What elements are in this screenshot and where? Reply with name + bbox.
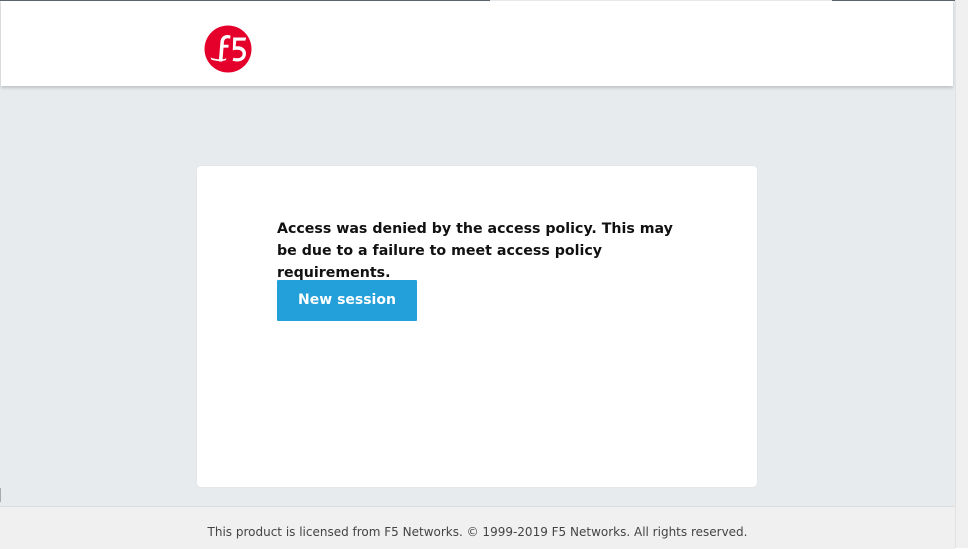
f5-logo-icon [204, 25, 252, 73]
header-bar [1, 1, 953, 86]
left-edge-mark [0, 488, 1, 502]
footer: This product is licensed from F5 Network… [0, 506, 955, 549]
copyright-text: This product is licensed from F5 Network… [207, 525, 748, 539]
vertical-scrollbar[interactable] [955, 0, 968, 548]
new-session-button[interactable]: New session [277, 280, 417, 321]
access-denied-card: Access was denied by the access policy. … [197, 166, 757, 487]
access-denied-message: Access was denied by the access policy. … [277, 221, 673, 281]
page-background: Access was denied by the access policy. … [0, 0, 955, 549]
